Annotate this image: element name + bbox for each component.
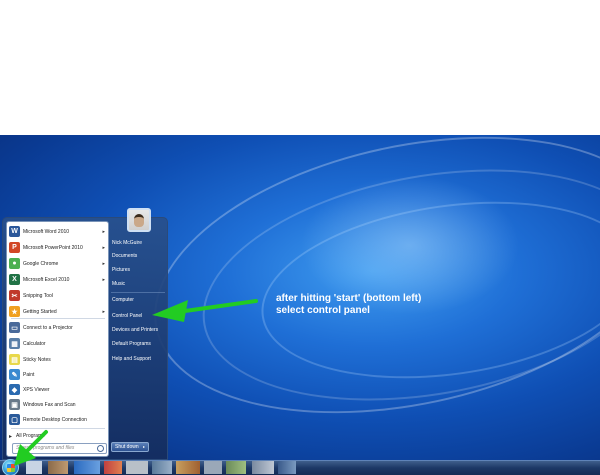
- program-item[interactable]: ● Google Chrome ▸: [7, 256, 108, 271]
- program-item[interactable]: ✂ Snipping Tool: [7, 288, 108, 303]
- program-item[interactable]: X Microsoft Excel 2010 ▸: [7, 272, 108, 287]
- fax-icon: ▣: [9, 399, 20, 410]
- windows-logo-icon: [7, 464, 15, 472]
- program-item[interactable]: P Microsoft PowerPoint 2010 ▸: [7, 240, 108, 255]
- program-item[interactable]: ▦ Calculator: [7, 336, 108, 351]
- taskbar-button[interactable]: [204, 461, 222, 474]
- blank-area: [0, 0, 600, 135]
- annotation-line-1: after hitting 'start' (bottom left): [276, 293, 422, 304]
- remote-desktop-icon: ▢: [9, 414, 20, 425]
- program-label: Microsoft Excel 2010: [23, 276, 70, 283]
- program-item[interactable]: ★ Getting Started ▸: [7, 304, 108, 319]
- paint-icon: ✎: [9, 369, 20, 380]
- program-item[interactable]: W Microsoft Word 2010 ▸: [7, 224, 108, 239]
- powerpoint-icon: P: [9, 242, 20, 253]
- program-item[interactable]: ▤ Sticky Notes: [7, 352, 108, 367]
- annotation-line-2: select control panel: [276, 305, 370, 316]
- submenu-arrow-icon[interactable]: ▸: [102, 261, 105, 267]
- user-avatar[interactable]: [127, 208, 151, 232]
- pictures-link[interactable]: Pictures: [112, 265, 130, 275]
- program-label: Windows Fax and Scan: [23, 401, 76, 408]
- scissors-icon: ✂: [9, 290, 20, 301]
- triangle-right-icon: ▸: [9, 433, 13, 440]
- shutdown-options-arrow-icon[interactable]: ▸: [143, 444, 145, 449]
- excel-icon: X: [9, 274, 20, 285]
- default-programs-link[interactable]: Default Programs: [112, 339, 151, 349]
- calculator-icon: ▦: [9, 338, 20, 349]
- taskbar-button[interactable]: [152, 461, 172, 474]
- program-label: Google Chrome: [23, 260, 59, 267]
- taskbar-button[interactable]: [104, 461, 122, 474]
- submenu-arrow-icon[interactable]: ▸: [102, 277, 105, 283]
- devices-and-printers-link[interactable]: Devices and Printers: [112, 325, 158, 335]
- chrome-icon: ●: [9, 258, 20, 269]
- program-label: Snipping Tool: [23, 292, 53, 299]
- program-item[interactable]: ▢ Remote Desktop Connection: [7, 412, 108, 427]
- taskbar-button[interactable]: [176, 461, 200, 474]
- shutdown-label: Shut down: [115, 444, 139, 450]
- submenu-arrow-icon[interactable]: ▸: [102, 309, 105, 315]
- getting-started-icon: ★: [9, 306, 20, 317]
- start-menu: W Microsoft Word 2010 ▸ P Microsoft PowerPoi…: [2, 208, 168, 460]
- help-and-support-link[interactable]: Help and Support: [112, 354, 151, 364]
- program-item[interactable]: ▣ Windows Fax and Scan: [7, 397, 108, 412]
- divider: [111, 292, 165, 293]
- program-label: Getting Started: [23, 308, 57, 315]
- all-programs-label: All Programs: [16, 433, 45, 439]
- taskbar-button[interactable]: [226, 461, 246, 474]
- program-label: Microsoft PowerPoint 2010: [23, 244, 83, 251]
- divider: [11, 318, 105, 319]
- instruction-annotation: after hitting 'start' (bottom left) sele…: [276, 293, 421, 317]
- start-button[interactable]: [2, 459, 19, 475]
- program-label: Connect to a Projector: [23, 324, 73, 331]
- taskbar-button[interactable]: [126, 461, 148, 474]
- program-label: Paint: [23, 371, 35, 378]
- music-link[interactable]: Music: [112, 279, 125, 289]
- computer-link[interactable]: Computer: [112, 295, 134, 305]
- program-label: Remote Desktop Connection: [23, 416, 87, 423]
- screenshot: W Microsoft Word 2010 ▸ P Microsoft PowerPoi…: [0, 0, 600, 475]
- taskbar-button[interactable]: [278, 461, 296, 474]
- program-label: Microsoft Word 2010: [23, 228, 70, 235]
- search-input[interactable]: Search programs and files: [12, 443, 107, 454]
- all-programs-button[interactable]: ▸ All Programs: [9, 431, 107, 441]
- taskbar-button[interactable]: [252, 461, 274, 474]
- program-label: Calculator: [23, 340, 46, 347]
- submenu-arrow-icon[interactable]: ▸: [102, 229, 105, 235]
- taskbar-button[interactable]: [74, 461, 100, 474]
- user-picture-icon: [134, 213, 144, 227]
- program-item[interactable]: ◆ XPS Viewer: [7, 382, 108, 397]
- start-menu-programs-pane: W Microsoft Word 2010 ▸ P Microsoft PowerPoi…: [6, 221, 109, 457]
- xps-viewer-icon: ◆: [9, 384, 20, 395]
- control-panel-link[interactable]: Control Panel: [112, 311, 142, 321]
- search-placeholder: Search programs and files: [16, 445, 75, 451]
- documents-link[interactable]: Documents: [112, 251, 137, 261]
- divider: [11, 428, 105, 429]
- sticky-notes-icon: ▤: [9, 354, 20, 365]
- taskbar-button[interactable]: [48, 461, 68, 474]
- submenu-arrow-icon[interactable]: ▸: [102, 245, 105, 251]
- user-name-link[interactable]: Nick McGuire: [112, 238, 142, 248]
- program-item[interactable]: ✎ Paint: [7, 367, 108, 382]
- word-icon: W: [9, 226, 20, 237]
- program-item[interactable]: ▭ Connect to a Projector: [7, 320, 108, 335]
- taskbar-button[interactable]: [26, 461, 42, 474]
- program-label: Sticky Notes: [23, 356, 51, 363]
- program-label: XPS Viewer: [23, 386, 50, 393]
- search-icon[interactable]: [97, 445, 104, 452]
- projector-icon: ▭: [9, 322, 20, 333]
